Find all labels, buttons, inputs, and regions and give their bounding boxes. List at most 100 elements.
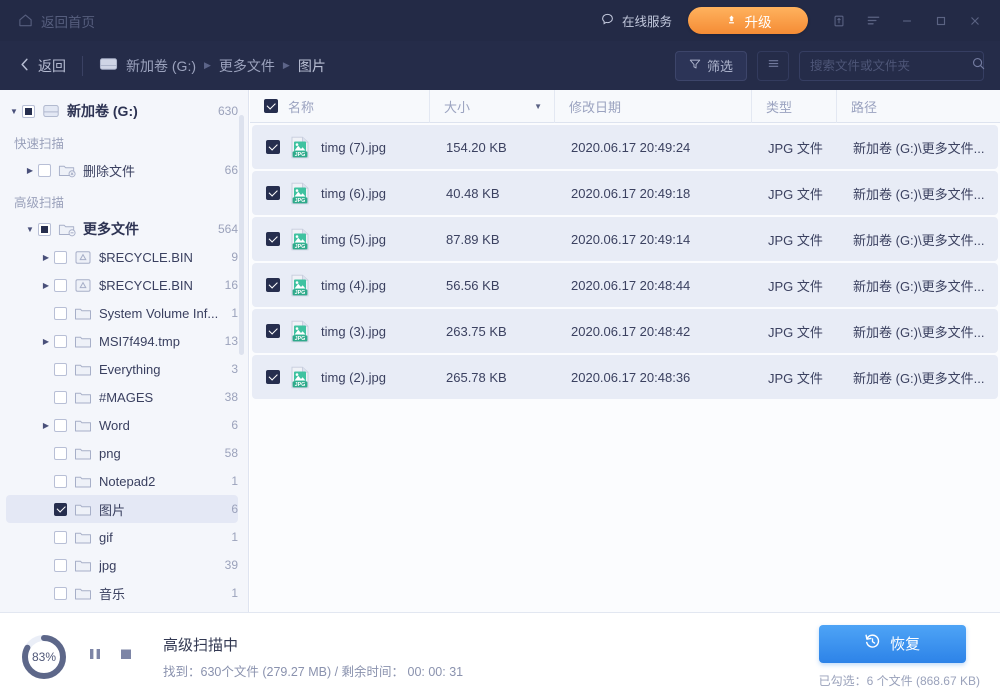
filter-button[interactable]: 筛选: [675, 51, 747, 81]
tree-item-checkbox[interactable]: [54, 475, 67, 488]
back-button[interactable]: 返回: [18, 56, 66, 76]
row-checkbox[interactable]: [266, 324, 280, 338]
table-row[interactable]: JPGtimg (3).jpg263.75 KB2020.06.17 20:48…: [252, 309, 998, 353]
row-checkbox[interactable]: [266, 278, 280, 292]
row-checkbox[interactable]: [266, 140, 280, 154]
table-row[interactable]: JPGtimg (4).jpg56.56 KB2020.06.17 20:48:…: [252, 263, 998, 307]
cell-name: JPGtimg (2).jpg: [252, 366, 432, 389]
tree-item-checkbox[interactable]: [54, 279, 67, 292]
sidebar-scrollbar[interactable]: [239, 115, 244, 355]
row-checkbox[interactable]: [266, 186, 280, 200]
tree-item-checkbox[interactable]: [54, 251, 67, 264]
search-input[interactable]: [810, 59, 971, 73]
tree-item-checkbox[interactable]: [54, 307, 67, 320]
home-icon: [18, 13, 33, 28]
table-row[interactable]: JPGtimg (6).jpg40.48 KB2020.06.17 20:49:…: [252, 171, 998, 215]
tree-item-checkbox[interactable]: [54, 531, 67, 544]
tree-item-checkbox[interactable]: [54, 391, 67, 404]
table-row[interactable]: JPGtimg (5).jpg87.89 KB2020.06.17 20:49:…: [252, 217, 998, 261]
list-view-button[interactable]: [757, 51, 789, 81]
cell-date: 2020.06.17 20:49:14: [557, 232, 754, 247]
menu-icon[interactable]: [856, 6, 890, 36]
export-icon[interactable]: [822, 6, 856, 36]
breadcrumb-item-drive[interactable]: 新加卷 (G:): [99, 56, 196, 76]
column-header-size-label: 大小: [444, 97, 470, 116]
online-service-button[interactable]: 在线服务: [600, 11, 672, 30]
tree-item-0-0[interactable]: ▶删除文件66: [6, 156, 238, 184]
column-header-date[interactable]: 修改日期: [555, 90, 752, 123]
file-list-body: JPGtimg (7).jpg154.20 KB2020.06.17 20:49…: [250, 123, 1000, 399]
tree-expand-arrow-icon[interactable]: ▼: [6, 107, 22, 116]
home-button[interactable]: 返回首页: [18, 11, 95, 31]
table-row[interactable]: JPGtimg (7).jpg154.20 KB2020.06.17 20:49…: [252, 125, 998, 169]
column-header-type[interactable]: 类型: [752, 90, 837, 123]
tree-item-checkbox[interactable]: [54, 503, 67, 516]
column-header-path[interactable]: 路径: [837, 90, 1000, 123]
tree-item-1-13[interactable]: 音乐1: [6, 579, 238, 607]
tree-item-count: 16: [225, 278, 238, 292]
tree-item-1-0[interactable]: ▼更多文件564: [6, 215, 238, 243]
folder-icon: [74, 390, 93, 405]
column-header-type-label: 类型: [766, 97, 792, 116]
app-window: 返回首页 在线服务 升级: [0, 0, 1000, 700]
tree-item-1-2[interactable]: ▶$RECYCLE.BIN16: [6, 271, 238, 299]
close-icon[interactable]: [958, 6, 992, 36]
tree-expand-arrow-icon[interactable]: ▼: [22, 225, 38, 234]
tree-item-checkbox[interactable]: [54, 587, 67, 600]
tree-item-checkbox[interactable]: [54, 419, 67, 432]
table-row[interactable]: JPGtimg (2).jpg265.78 KB2020.06.17 20:48…: [252, 355, 998, 399]
row-checkbox[interactable]: [266, 232, 280, 246]
tree-item-checkbox[interactable]: [54, 559, 67, 572]
tree-expand-arrow-icon[interactable]: ▶: [38, 281, 54, 290]
tree-item-1-11[interactable]: gif1: [6, 523, 238, 551]
drive-icon: [99, 56, 118, 75]
pause-button[interactable]: [88, 646, 102, 667]
select-all-checkbox[interactable]: [264, 99, 278, 113]
tree-expand-arrow-icon[interactable]: ▶: [38, 421, 54, 430]
tree-item-root[interactable]: ▼新加卷 (G:)630: [6, 97, 238, 125]
tree-item-1-6[interactable]: #MAGES38: [6, 383, 238, 411]
recover-button[interactable]: 恢复: [819, 625, 966, 663]
tree-item-1-12[interactable]: jpg39: [6, 551, 238, 579]
tree-item-1-3[interactable]: System Volume Inf...1: [6, 299, 238, 327]
table-header: 名称 大小 ▼ 修改日期 类型 路径: [250, 90, 1000, 123]
navigation-bar: 返回 新加卷 (G:) ▶ 更多文件 ▶ 图片: [0, 41, 1000, 90]
tree-item-1-10[interactable]: 图片6: [6, 495, 238, 523]
upgrade-button[interactable]: 升级: [688, 7, 808, 34]
stop-button[interactable]: [119, 646, 133, 667]
search-box[interactable]: [799, 51, 984, 81]
tree-item-count: 13: [225, 334, 238, 348]
tree-expand-arrow-icon[interactable]: ▶: [38, 253, 54, 262]
tree-item-1-7[interactable]: ▶Word6: [6, 411, 238, 439]
minimize-icon[interactable]: [890, 6, 924, 36]
column-header-name[interactable]: 名称: [250, 90, 430, 123]
tree-item-checkbox[interactable]: [54, 335, 67, 348]
jpg-file-icon: JPG: [290, 228, 310, 251]
tree-expand-arrow-icon[interactable]: ▶: [22, 166, 38, 175]
row-checkbox[interactable]: [266, 370, 280, 384]
folder-icon: [74, 446, 93, 461]
cell-path: 新加卷 (G:)\更多文件...: [839, 368, 998, 387]
tree-item-checkbox[interactable]: [54, 363, 67, 376]
breadcrumb-item-folder[interactable]: 更多文件: [219, 56, 275, 76]
breadcrumb-item-current[interactable]: 图片: [298, 56, 326, 76]
maximize-icon[interactable]: [924, 6, 958, 36]
tree-item-1-8[interactable]: png58: [6, 439, 238, 467]
tree-item-1-4[interactable]: ▶MSI7f494.tmp13: [6, 327, 238, 355]
tree-item-1-1[interactable]: ▶$RECYCLE.BIN9: [6, 243, 238, 271]
tree-root-checkbox[interactable]: [22, 105, 35, 118]
tree-item-label: Word: [99, 418, 225, 433]
cell-name: JPGtimg (3).jpg: [252, 320, 432, 343]
cell-path: 新加卷 (G:)\更多文件...: [839, 184, 998, 203]
tree-item-checkbox[interactable]: [54, 447, 67, 460]
tree-expand-arrow-icon[interactable]: ▶: [38, 337, 54, 346]
chevron-down-icon[interactable]: ▼: [534, 102, 542, 111]
upgrade-badge-icon: [725, 13, 738, 29]
column-header-size[interactable]: 大小 ▼: [430, 90, 555, 123]
tree-item-1-9[interactable]: Notepad21: [6, 467, 238, 495]
search-icon[interactable]: [971, 56, 986, 76]
tree-item-label: System Volume Inf...: [99, 306, 225, 321]
tree-item-1-5[interactable]: Everything3: [6, 355, 238, 383]
tree-item-checkbox[interactable]: [38, 223, 51, 236]
tree-item-checkbox[interactable]: [38, 164, 51, 177]
